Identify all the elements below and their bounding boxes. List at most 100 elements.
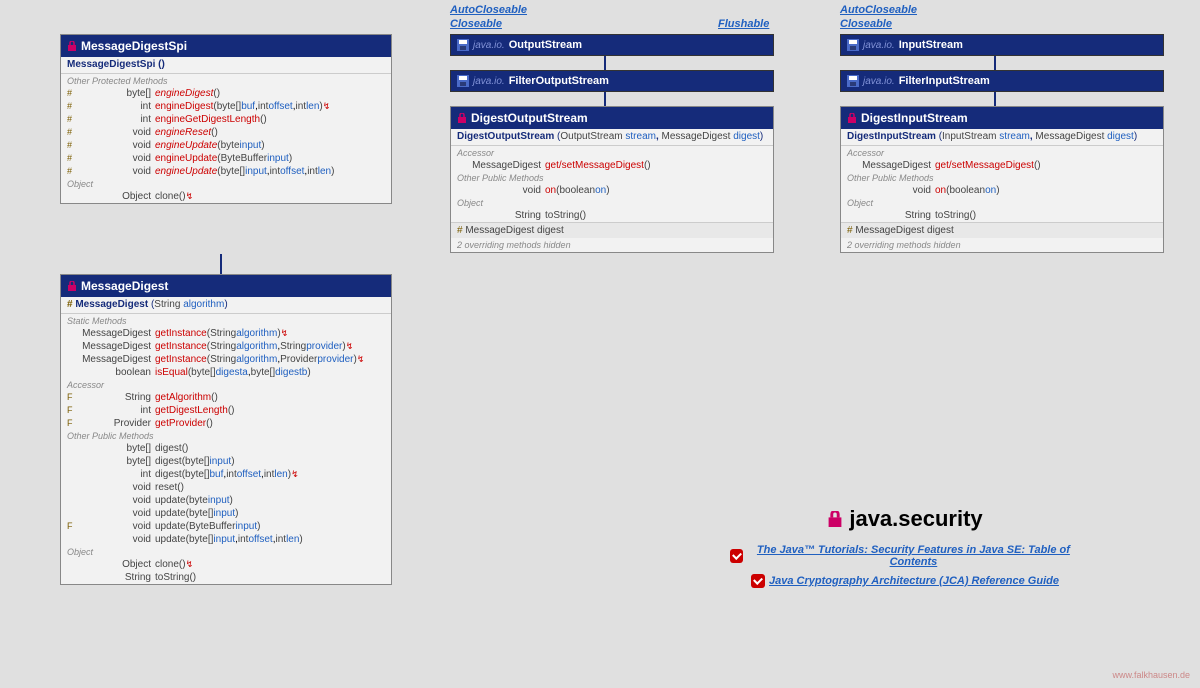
method-clone: Objectclone () ↯: [61, 190, 391, 203]
method-engineupdate1: #voidengineUpdate (byte input): [61, 139, 391, 152]
method-tostring: StringtoString (): [451, 209, 773, 222]
class-header: DigestInputStream: [841, 107, 1163, 129]
method-getinstance2: MessageDigestgetInstance (String algorit…: [61, 340, 391, 353]
method-getinstance1: MessageDigestgetInstance (String algorit…: [61, 327, 391, 340]
class-digestoutputstream: DigestOutputStream DigestOutputStream (O…: [450, 106, 774, 253]
doc-link-tutorials[interactable]: The Java™ Tutorials: Security Features i…: [730, 544, 1080, 568]
badge-icon: [751, 574, 765, 588]
method-update4: voidupdate (byte[] input, int offset, in…: [61, 533, 391, 546]
constructor: DigestInputStream (InputStream stream, M…: [841, 129, 1163, 144]
connector: [220, 254, 222, 274]
section-public: Other Public Methods: [451, 172, 773, 184]
method-msgdigest: MessageDigestget/setMessageDigest (): [841, 159, 1163, 172]
method-enginedigest2: #intengineDigest (byte[] buf, int offset…: [61, 100, 391, 113]
section-protected: Other Protected Methods: [61, 75, 391, 87]
class-label: FilterOutputStream: [509, 75, 609, 87]
method-clone: Objectclone () ↯: [61, 558, 391, 571]
class-label: OutputStream: [509, 39, 582, 51]
badge-icon: [730, 549, 743, 563]
parent-inputstream[interactable]: java.io. InputStream: [840, 34, 1164, 56]
section-accessor: Accessor: [451, 147, 773, 159]
interface-autocloseable[interactable]: AutoCloseable: [450, 4, 527, 16]
disk-icon: [847, 75, 859, 87]
field-digest: # MessageDigest digest: [451, 222, 773, 238]
class-digestinputstream: DigestInputStream DigestInputStream (Inp…: [840, 106, 1164, 253]
section-object: Object: [61, 546, 391, 558]
method-update3: Fvoidupdate (ByteBuffer input): [61, 520, 391, 533]
method-enginedigest: #byte[]engineDigest (): [61, 87, 391, 100]
method-tostring: StringtoString (): [841, 209, 1163, 222]
method-on: voidon (boolean on): [451, 184, 773, 197]
page-title: java.security: [827, 506, 982, 532]
parent-outputstream[interactable]: java.io. OutputStream: [450, 34, 774, 56]
class-title: DigestInputStream: [861, 111, 968, 125]
class-header: MessageDigestSpi: [61, 35, 391, 57]
class-messagedigestspi: MessageDigestSpi MessageDigestSpi () Oth…: [60, 34, 392, 204]
class-label: InputStream: [899, 39, 963, 51]
pkg-label: java.io.: [863, 76, 895, 87]
footer-credit: www.falkhausen.de: [1112, 670, 1190, 680]
pkg-label: java.io.: [863, 40, 895, 51]
method-getdigestlength: FintgetDigestLength (): [61, 404, 391, 417]
method-engineupdate2: #voidengineUpdate (ByteBuffer input): [61, 152, 391, 165]
method-update2: voidupdate (byte[] input): [61, 507, 391, 520]
connector: [994, 56, 996, 70]
method-reset: voidreset (): [61, 481, 391, 494]
class-label: FilterInputStream: [899, 75, 990, 87]
section-object: Object: [841, 197, 1163, 209]
lock-icon: [457, 113, 467, 123]
section-public: Other Public Methods: [841, 172, 1163, 184]
section-static: Static Methods: [61, 315, 391, 327]
pkg-label: java.io.: [473, 76, 505, 87]
method-engineupdate3: #voidengineUpdate (byte[] input, int off…: [61, 165, 391, 178]
section-public: Other Public Methods: [61, 430, 391, 442]
method-getalgorithm: FStringgetAlgorithm (): [61, 391, 391, 404]
method-getinstance3: MessageDigestgetInstance (String algorit…: [61, 353, 391, 366]
disk-icon: [457, 39, 469, 51]
interface-closeable[interactable]: Closeable: [450, 18, 502, 30]
class-title: MessageDigestSpi: [81, 39, 187, 53]
section-accessor: Accessor: [61, 379, 391, 391]
method-msgdigest: MessageDigestget/setMessageDigest (): [451, 159, 773, 172]
constructor: DigestOutputStream (OutputStream stream,…: [451, 129, 773, 144]
method-digest1: byte[]digest (): [61, 442, 391, 455]
class-title: DigestOutputStream: [471, 111, 588, 125]
method-isequal: booleanisEqual (byte[] digesta, byte[] d…: [61, 366, 391, 379]
hidden-methods-note: 2 overriding methods hidden: [451, 238, 773, 252]
section-accessor: Accessor: [841, 147, 1163, 159]
method-getprovider: FProvidergetProvider (): [61, 417, 391, 430]
method-enginegetdigestlength: #intengineGetDigestLength (): [61, 113, 391, 126]
constructor: # MessageDigest (String algorithm): [61, 297, 391, 312]
pkg-label: java.io.: [473, 40, 505, 51]
doc-link-jca[interactable]: Java Cryptography Architecture (JCA) Ref…: [730, 574, 1080, 588]
connector: [604, 56, 606, 70]
lock-icon: [827, 511, 843, 527]
field-digest: # MessageDigest digest: [841, 222, 1163, 238]
method-tostring: StringtoString (): [61, 571, 391, 584]
interface-closeable-2[interactable]: Closeable: [840, 18, 892, 30]
constructor: MessageDigestSpi (): [61, 57, 391, 72]
interface-autocloseable-2[interactable]: AutoCloseable: [840, 4, 917, 16]
lock-icon: [67, 281, 77, 291]
connector: [994, 92, 996, 106]
parent-filterinputstream[interactable]: java.io. FilterInputStream: [840, 70, 1164, 92]
method-enginereset: #voidengineReset (): [61, 126, 391, 139]
title-area: java.security The Java™ Tutorials: Secur…: [730, 500, 1080, 594]
hidden-methods-note: 2 overriding methods hidden: [841, 238, 1163, 252]
method-digest3: intdigest (byte[] buf, int offset, int l…: [61, 468, 391, 481]
class-messagedigest: MessageDigest # MessageDigest (String al…: [60, 274, 392, 585]
connector: [604, 92, 606, 106]
parent-filteroutputstream[interactable]: java.io. FilterOutputStream: [450, 70, 774, 92]
interface-flushable[interactable]: Flushable: [718, 18, 769, 30]
method-update1: voidupdate (byte input): [61, 494, 391, 507]
method-digest2: byte[]digest (byte[] input): [61, 455, 391, 468]
section-object: Object: [61, 178, 391, 190]
lock-icon: [67, 41, 77, 51]
class-header: MessageDigest: [61, 275, 391, 297]
disk-icon: [457, 75, 469, 87]
method-on: voidon (boolean on): [841, 184, 1163, 197]
lock-icon: [847, 113, 857, 123]
disk-icon: [847, 39, 859, 51]
section-object: Object: [451, 197, 773, 209]
class-title: MessageDigest: [81, 279, 168, 293]
